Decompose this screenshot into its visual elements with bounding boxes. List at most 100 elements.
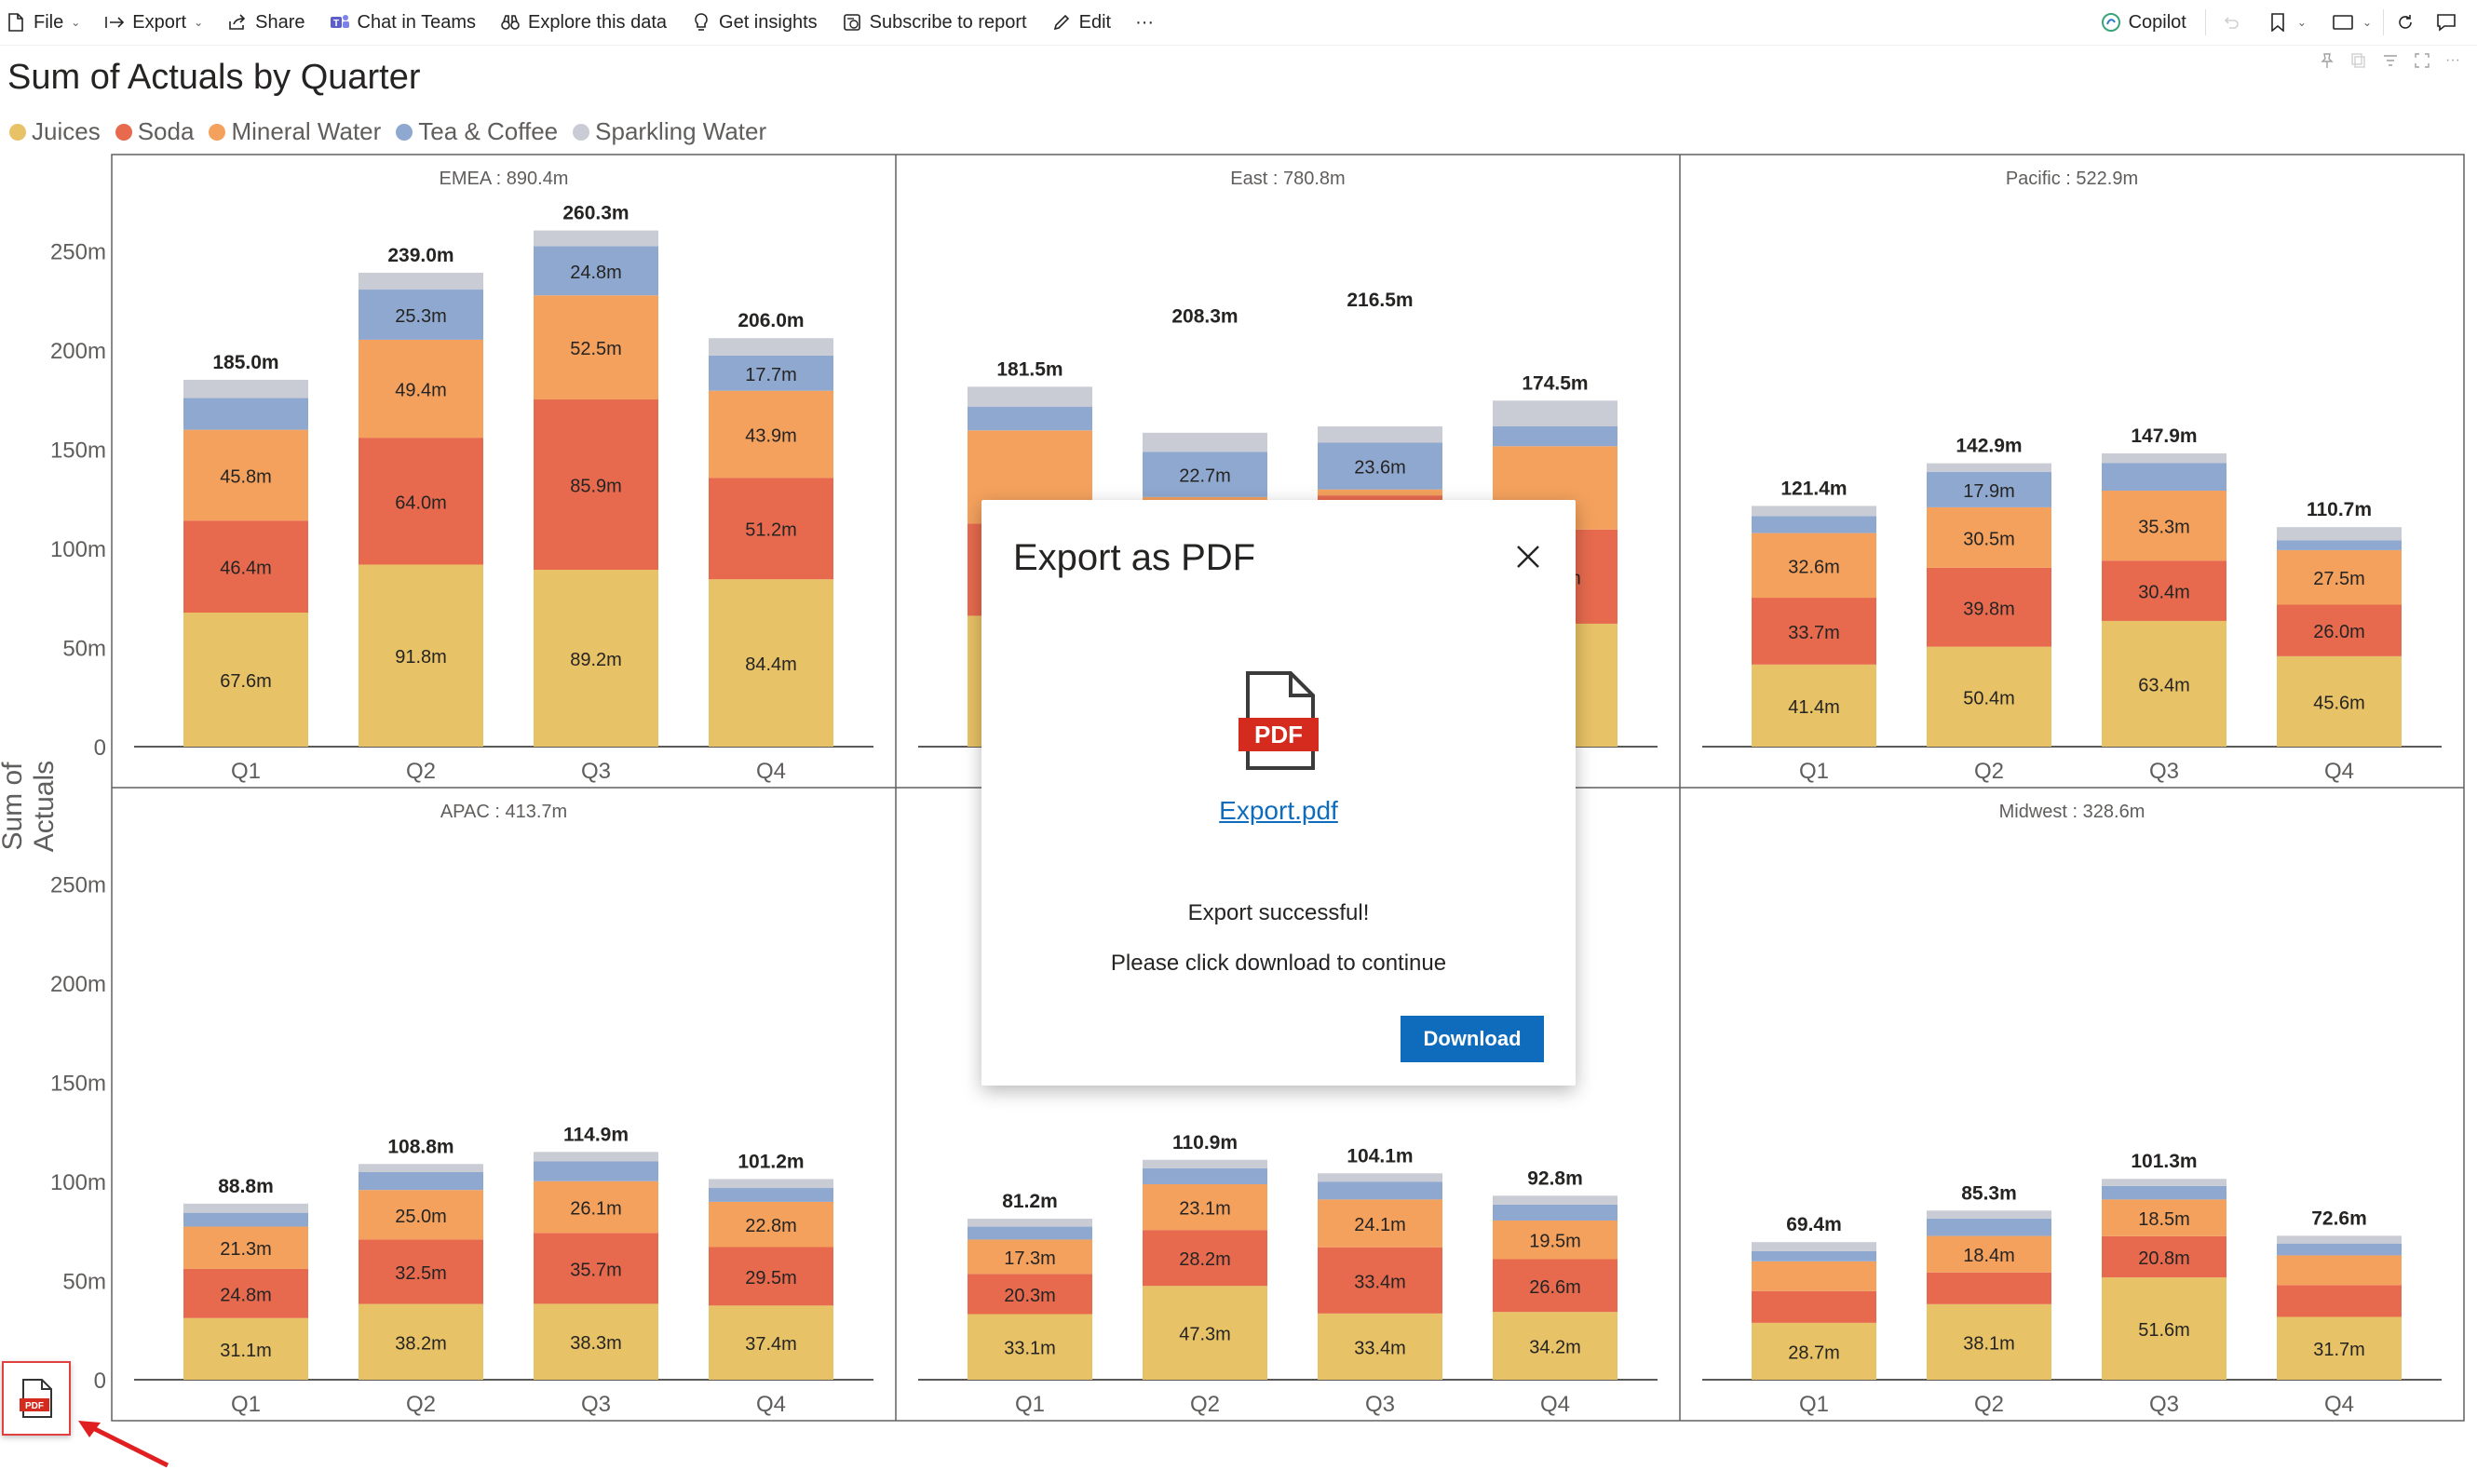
bar-segment-sparkling-water <box>2102 452 2227 464</box>
segment-data-label: 26.0m <box>2313 622 2365 642</box>
bar-segment-sparkling-water <box>534 230 658 247</box>
segment-data-label: 19.5m <box>1529 1232 1581 1252</box>
bar-total-label: 85.3m <box>1961 1182 2017 1204</box>
segment-data-label: 39.8m <box>1963 599 2015 619</box>
segment-data-label: 25.0m <box>395 1207 447 1227</box>
segment-data-label: 37.4m <box>745 1334 797 1355</box>
bar-total-label: 69.4m <box>1786 1214 1842 1235</box>
bar-segment-mineral-water <box>2277 1255 2402 1286</box>
segment-data-label: 27.5m <box>2313 569 2365 589</box>
segment-data-label: 47.3m <box>1179 1325 1231 1345</box>
bar-segment-tea-coffee <box>2102 1185 2227 1200</box>
bar-total-label: 185.0m <box>212 352 278 373</box>
panel-title: EMEA : 890.4m <box>440 169 569 189</box>
segment-data-label: 33.4m <box>1354 1272 1406 1292</box>
bar-segment-sparkling-water <box>2277 527 2402 541</box>
segment-data-label: 22.7m <box>1179 466 1231 487</box>
bar-total-label: 142.9m <box>1956 436 2022 457</box>
segment-data-label: 32.6m <box>1788 557 1840 577</box>
segment-data-label: 30.5m <box>1963 529 2015 549</box>
x-tick-label: Q3 <box>581 759 611 784</box>
segment-data-label: 29.5m <box>745 1268 797 1288</box>
segment-data-label: 91.8m <box>395 647 447 668</box>
segment-data-label: 46.4m <box>220 559 272 579</box>
bar-segment-sparkling-water <box>968 386 1092 407</box>
pdf-document-icon: PDF <box>1238 671 1319 770</box>
segment-data-label: 35.3m <box>2138 518 2190 538</box>
bar-total-label: 216.5m <box>1347 290 1413 311</box>
bar-segment-sparkling-water <box>709 1179 833 1189</box>
panel-title: Midwest : 328.6m <box>1999 802 2145 822</box>
segment-data-label: 20.8m <box>2138 1248 2190 1269</box>
y-tick-label: 50m <box>62 637 106 662</box>
bar-segment-sparkling-water <box>359 272 483 290</box>
segment-data-label: 24.1m <box>1354 1215 1406 1235</box>
segment-data-label: 20.3m <box>1004 1286 1056 1306</box>
bar-segment-tea-coffee <box>1143 1167 1267 1184</box>
export-file-link[interactable]: Export.pdf <box>981 796 1576 826</box>
y-tick-label: 0 <box>94 735 106 761</box>
bar-segment-sparkling-water <box>183 1203 308 1213</box>
y-tick-label: 250m <box>50 240 106 265</box>
instruction-message: Please click download to continue <box>1110 951 1447 976</box>
bar-segment-sparkling-water <box>1318 426 1442 443</box>
bar-total-label: 147.9m <box>2131 425 2197 447</box>
segment-data-label: 49.4m <box>395 381 447 401</box>
bar-segment-tea-coffee <box>183 398 308 430</box>
segment-data-label: 67.6m <box>220 671 272 692</box>
export-pdf-dialog: Export as PDF PDF Export.pdf Export succ… <box>981 500 1576 1086</box>
segment-data-label: 17.3m <box>1004 1248 1056 1269</box>
bar-segment-mineral-water <box>1318 489 1442 496</box>
y-tick-label: 150m <box>50 438 106 464</box>
segment-data-label: 64.0m <box>395 492 447 513</box>
close-icon[interactable] <box>1512 541 1544 573</box>
bar-segment-sparkling-water <box>183 379 308 398</box>
segment-data-label: 31.7m <box>2313 1340 2365 1360</box>
x-tick-label: Q4 <box>1540 1392 1570 1417</box>
y-tick-label: 50m <box>62 1270 106 1295</box>
bar-segment-tea-coffee <box>2102 463 2227 492</box>
bar-segment-tea-coffee <box>1493 1204 1617 1221</box>
y-tick-label: 100m <box>50 537 106 562</box>
segment-data-label: 25.3m <box>395 306 447 327</box>
segment-data-label: 18.4m <box>1963 1246 2015 1266</box>
pdf-export-button[interactable]: PDF <box>2 1361 71 1436</box>
y-tick-label: 200m <box>50 972 106 997</box>
bar-segment-tea-coffee <box>359 1171 483 1191</box>
segment-data-label: 51.2m <box>745 520 797 541</box>
pdf-file-icon: PDF <box>20 1379 52 1418</box>
bar-total-label: 121.4m <box>1780 478 1847 499</box>
segment-data-label: 23.1m <box>1179 1199 1231 1220</box>
x-tick-label: Q4 <box>2324 1392 2354 1417</box>
bar-total-label: 114.9m <box>563 1124 629 1145</box>
bar-segment-tea-coffee <box>968 406 1092 431</box>
download-button[interactable]: Download <box>1401 1016 1544 1062</box>
segment-data-label: 23.6m <box>1354 458 1406 479</box>
bar-total-label: 92.8m <box>1527 1167 1583 1189</box>
x-tick-label: Q3 <box>2149 759 2179 784</box>
bar-total-label: 110.9m <box>1172 1132 1238 1153</box>
x-tick-label: Q4 <box>756 1392 786 1417</box>
x-tick-label: Q2 <box>1190 1392 1220 1417</box>
bar-segment-tea-coffee <box>709 1188 833 1202</box>
bar-segment-tea-coffee <box>183 1212 308 1227</box>
pdf-badge: PDF <box>1254 721 1303 749</box>
dialog-title: Export as PDF <box>1013 537 1256 578</box>
segment-data-label: 51.6m <box>2138 1320 2190 1341</box>
bar-total-label: 260.3m <box>562 203 629 224</box>
x-tick-label: Q3 <box>2149 1392 2179 1417</box>
bar-total-label: 174.5m <box>1522 372 1588 394</box>
bar-total-label: 206.0m <box>738 310 804 331</box>
bar-segment-sparkling-water <box>1143 1159 1267 1168</box>
bar-segment-tea-coffee <box>968 1226 1092 1240</box>
bar-total-label: 104.1m <box>1347 1145 1413 1167</box>
segment-data-label: 45.6m <box>2313 693 2365 713</box>
bar-total-label: 110.7m <box>2307 499 2372 520</box>
bar-total-label: 181.5m <box>996 358 1063 380</box>
bar-segment-tea-coffee <box>1927 1218 2051 1236</box>
segment-data-label: 41.4m <box>1788 697 1840 718</box>
x-tick-label: Q1 <box>1799 759 1829 784</box>
segment-data-label: 24.8m <box>570 263 622 283</box>
x-tick-label: Q2 <box>406 1392 436 1417</box>
bar-segment-sparkling-water <box>359 1164 483 1172</box>
